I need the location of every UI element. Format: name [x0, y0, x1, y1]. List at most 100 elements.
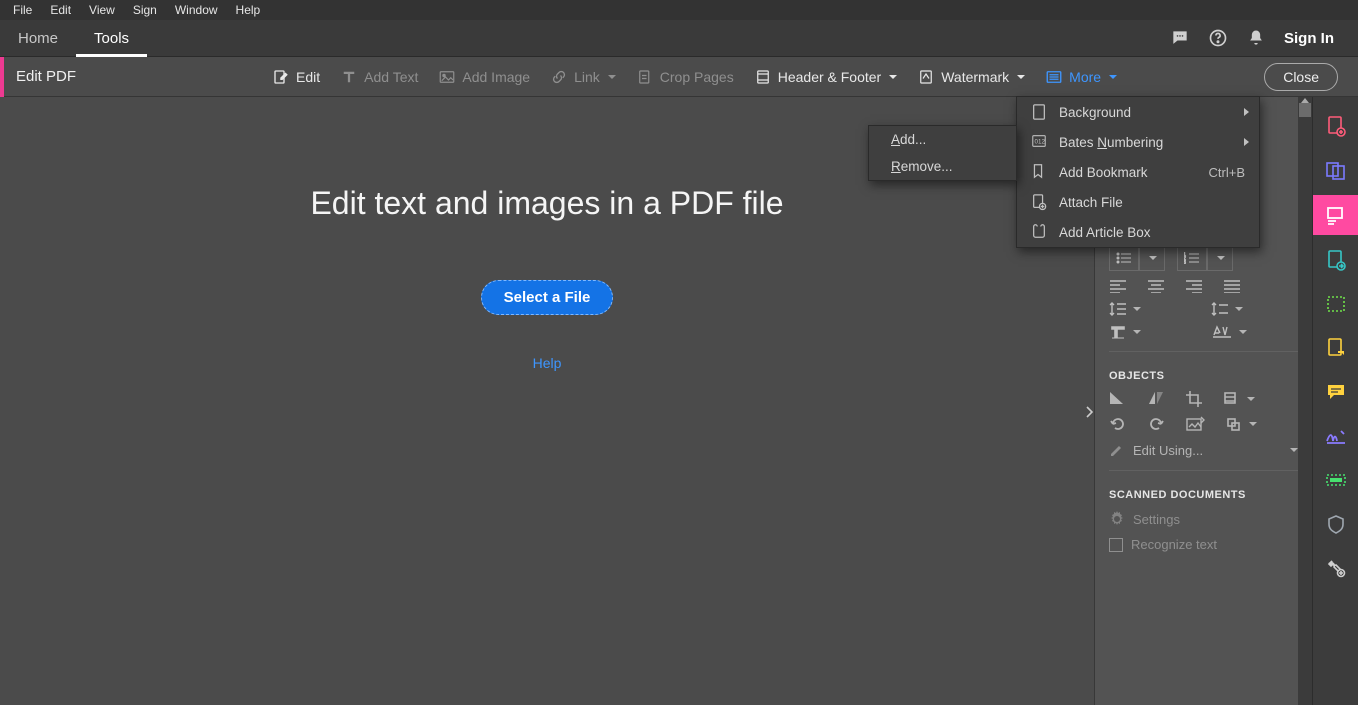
ts-sign-icon[interactable]	[1325, 425, 1347, 447]
submenu-add[interactable]: Add...	[869, 126, 1016, 153]
recognize-checkbox[interactable]	[1109, 538, 1123, 552]
menu-attach-label: Attach File	[1059, 195, 1123, 210]
ts-create-pdf-icon[interactable]	[1325, 115, 1347, 137]
chat-icon[interactable]	[1170, 28, 1190, 48]
tb-more-label: More	[1069, 69, 1101, 85]
menu-bookmark-shortcut: Ctrl+B	[1209, 165, 1245, 180]
flip-horizontal-button[interactable]	[1147, 390, 1165, 408]
ts-moretools-icon[interactable]	[1325, 557, 1347, 579]
ts-edit-pdf-icon[interactable]	[1313, 195, 1358, 235]
tab-home[interactable]: Home	[0, 20, 76, 57]
tb-addimage-label: Add Image	[462, 69, 530, 85]
tb-watermark[interactable]: Watermark	[917, 68, 1025, 86]
menu-bates[interactable]: 012 Bates Numbering	[1017, 127, 1259, 157]
close-button[interactable]: Close	[1264, 63, 1338, 91]
objects-section-label: OBJECTS	[1109, 370, 1298, 382]
align-right-button[interactable]	[1185, 279, 1203, 293]
scroll-thumb[interactable]	[1299, 103, 1311, 117]
menu-sign[interactable]: Sign	[124, 1, 166, 19]
link-icon	[550, 68, 568, 86]
tb-edit[interactable]: Edit	[272, 68, 320, 86]
panel-scrollbar[interactable]	[1298, 97, 1312, 705]
tab-tools[interactable]: Tools	[76, 20, 147, 57]
numbered-list-dropdown[interactable]	[1207, 245, 1233, 271]
text-icon	[340, 68, 358, 86]
tb-watermark-label: Watermark	[941, 69, 1009, 85]
ts-combine-icon[interactable]	[1325, 159, 1347, 181]
edit-icon	[272, 68, 290, 86]
hf-caret-icon	[889, 75, 897, 79]
tool-title: Edit PDF	[4, 68, 92, 85]
tb-headerfooter[interactable]: Header & Footer	[754, 68, 898, 86]
more-caret-icon	[1109, 75, 1117, 79]
settings-row[interactable]: Settings	[1109, 511, 1298, 527]
bookmark-icon	[1031, 163, 1049, 181]
numbered-list-button[interactable]: 123	[1177, 245, 1207, 271]
menu-file[interactable]: File	[4, 1, 41, 19]
align-justify-button[interactable]	[1223, 279, 1241, 293]
submenu-remove[interactable]: Remove...	[869, 153, 1016, 180]
menu-article[interactable]: Add Article Box	[1017, 217, 1259, 247]
tb-addtext-label: Add Text	[364, 69, 418, 85]
rotate-cw-button[interactable]	[1147, 416, 1165, 432]
submenu-arrow-icon	[1244, 108, 1249, 116]
align-objects-button[interactable]	[1225, 416, 1257, 432]
help-icon[interactable]	[1208, 28, 1228, 48]
headerfooter-icon	[754, 68, 772, 86]
ts-sticky-icon[interactable]	[1325, 381, 1347, 403]
horizontal-scale-button[interactable]	[1109, 325, 1141, 339]
svg-text:012: 012	[1035, 139, 1046, 146]
tb-addtext[interactable]: Add Text	[340, 68, 418, 86]
bulleted-list-button[interactable]	[1109, 245, 1139, 271]
right-toolstrip	[1312, 97, 1358, 705]
tb-addimage[interactable]: Add Image	[438, 68, 530, 86]
edit-using-dropdown[interactable]: Edit Using...	[1109, 442, 1298, 458]
panel-collapse-arrow[interactable]	[1084, 402, 1094, 422]
bulleted-list-dropdown[interactable]	[1139, 245, 1165, 271]
tb-crop[interactable]: Crop Pages	[636, 68, 734, 86]
more-icon	[1045, 68, 1063, 86]
wm-caret-icon	[1017, 75, 1025, 79]
canvas-area: Edit text and images in a PDF file Selec…	[0, 97, 1094, 705]
menu-help[interactable]: Help	[227, 1, 270, 19]
bell-icon[interactable]	[1246, 28, 1266, 48]
flip-vertical-button[interactable]	[1109, 390, 1127, 408]
menu-bookmark-label: Add Bookmark	[1059, 165, 1148, 180]
menu-background[interactable]: Background	[1017, 97, 1259, 127]
char-spacing-button[interactable]	[1211, 325, 1247, 339]
menu-edit[interactable]: Edit	[41, 1, 80, 19]
menu-window[interactable]: Window	[166, 1, 227, 19]
article-icon	[1031, 223, 1049, 241]
select-file-button[interactable]: Select a File	[481, 280, 614, 315]
paragraph-spacing-button[interactable]	[1211, 301, 1243, 317]
system-menubar: File Edit View Sign Window Help	[0, 0, 1358, 20]
signin-link[interactable]: Sign In	[1284, 30, 1334, 47]
ts-comment-icon[interactable]	[1325, 337, 1347, 359]
crop-object-button[interactable]	[1185, 390, 1203, 408]
recognize-text-row[interactable]: Recognize text	[1109, 537, 1298, 552]
background-icon	[1031, 103, 1049, 121]
menu-background-label: Background	[1059, 105, 1131, 120]
align-left-button[interactable]	[1109, 279, 1127, 293]
menu-view[interactable]: View	[80, 1, 124, 19]
arrange-button[interactable]	[1223, 390, 1255, 408]
image-icon	[438, 68, 456, 86]
line-spacing-button[interactable]	[1109, 301, 1141, 317]
recognize-label: Recognize text	[1131, 537, 1217, 552]
edit-using-label: Edit Using...	[1133, 443, 1203, 458]
ts-redact-icon[interactable]	[1325, 469, 1347, 491]
help-link[interactable]: Help	[533, 355, 562, 371]
ts-export-icon[interactable]	[1325, 249, 1347, 271]
tb-more[interactable]: More	[1045, 68, 1117, 86]
align-center-button[interactable]	[1147, 279, 1165, 293]
menu-bates-label: Bates Numbering	[1059, 135, 1163, 150]
rotate-ccw-button[interactable]	[1109, 416, 1127, 432]
submenu-add-label: Add...	[891, 132, 926, 147]
ts-organize-icon[interactable]	[1325, 293, 1347, 315]
ts-protect-icon[interactable]	[1325, 513, 1347, 535]
menu-attach[interactable]: Attach File	[1017, 187, 1259, 217]
tb-link[interactable]: Link	[550, 68, 616, 86]
menu-bookmark[interactable]: Add Bookmark Ctrl+B	[1017, 157, 1259, 187]
crop-icon	[636, 68, 654, 86]
replace-image-button[interactable]	[1185, 416, 1205, 432]
